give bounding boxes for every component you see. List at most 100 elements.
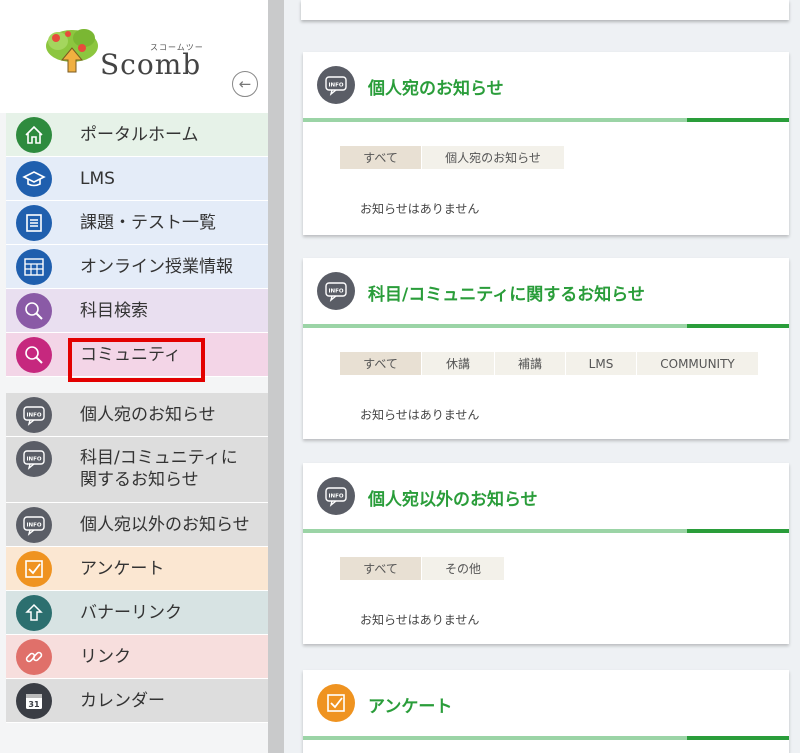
card-divider: [303, 324, 789, 328]
sidebar-item-6[interactable]: INFO 個人宛のお知らせ: [6, 393, 268, 437]
sidebar-item-label: 個人宛のお知らせ: [80, 404, 216, 426]
card-divider: [303, 118, 789, 122]
menu-gap: [6, 377, 268, 393]
sidebar-item-10[interactable]: バナーリンク: [6, 591, 268, 635]
graduation-cap-icon: [16, 161, 52, 197]
sidebar-item-label: カレンダー: [80, 690, 165, 712]
sidebar-item-label: アンケート: [80, 558, 164, 580]
svg-text:INFO: INFO: [328, 494, 343, 500]
class-grid-icon: [16, 249, 52, 285]
sidebar-item-label: LMS: [80, 168, 115, 190]
filter-tab[interactable]: 個人宛のお知らせ: [422, 146, 564, 169]
info-bubble-icon: INFO: [317, 272, 355, 310]
sidebar-item-label-line1: バナーリンク: [80, 603, 182, 623]
arrow-left-icon: ←: [238, 75, 252, 93]
sidebar-item-label-line1: カレンダー: [80, 691, 165, 711]
empty-message: お知らせはありません: [360, 408, 480, 422]
sidebar-item-4[interactable]: 科目検索: [6, 289, 268, 333]
filter-tab[interactable]: 休講: [422, 352, 494, 375]
info-bubble-icon: INFO: [317, 66, 355, 104]
sidebar-menu: ポータルホーム LMS 課題・テスト一覧 オンライン授業情報 科目検索コミュニティ INF…: [6, 113, 268, 723]
sidebar-item-label: 科目検索: [80, 300, 148, 322]
sidebar-item-label-line1: リンク: [80, 647, 131, 667]
sidebar-item-label: リンク: [80, 646, 131, 668]
sidebar-item-label: 個人宛以外のお知らせ: [80, 514, 250, 536]
tree-logo-icon: [46, 29, 98, 73]
notice-card-3: アンケート: [303, 670, 789, 753]
svg-text:INFO: INFO: [26, 413, 41, 419]
sidebar-divider: [268, 0, 284, 753]
filter-tabs: すべて 休講 補講 LMS COMMUNITY: [340, 352, 759, 375]
sidebar-item-3[interactable]: オンライン授業情報: [6, 245, 268, 289]
filter-tabs: すべて 個人宛のお知らせ: [340, 146, 565, 169]
search-icon: [16, 337, 52, 373]
card-divider: [303, 529, 789, 533]
checkbox-icon: [317, 684, 355, 722]
sidebar-item-8[interactable]: INFO 個人宛以外のお知らせ: [6, 503, 268, 547]
filter-tabs: すべて その他: [340, 557, 505, 580]
info-bubble-icon: INFO: [16, 507, 52, 543]
svg-text:INFO: INFO: [328, 83, 343, 89]
sidebar-item-9[interactable]: アンケート: [6, 547, 268, 591]
sidebar-item-7[interactable]: INFO 科目/コミュニティに 関するお知らせ: [6, 437, 268, 503]
filter-tab[interactable]: すべて: [340, 146, 421, 169]
sidebar-item-0[interactable]: ポータルホーム: [6, 113, 268, 157]
notice-card-0: INFO 個人宛のお知らせ すべて 個人宛のお知らせ お知らせはありません: [303, 52, 789, 235]
info-bubble-icon: INFO: [16, 441, 52, 477]
sidebar-item-label: オンライン授業情報: [80, 256, 233, 278]
card-header: INFO 科目/コミュニティに関するお知らせ: [303, 258, 789, 324]
filter-tab[interactable]: すべて: [340, 557, 421, 580]
card-header: INFO 個人宛以外のお知らせ: [303, 463, 789, 529]
sidebar-item-label-line2: 関するお知らせ: [80, 470, 199, 490]
info-bubble-icon: INFO: [317, 477, 355, 515]
sidebar-item-label-line1: 個人宛のお知らせ: [80, 405, 216, 425]
svg-text:INFO: INFO: [26, 523, 41, 529]
card-divider: [303, 736, 789, 740]
sidebar-item-label: ポータルホーム: [80, 124, 199, 146]
empty-message: お知らせはありません: [360, 202, 480, 216]
sidebar-item-1[interactable]: LMS: [6, 157, 268, 201]
filter-tab[interactable]: LMS: [566, 352, 636, 375]
empty-message: お知らせはありません: [360, 613, 480, 627]
sidebar-item-label-line1: ポータルホーム: [80, 125, 199, 145]
home-icon: [16, 117, 52, 153]
collapse-sidebar-button[interactable]: ←: [232, 71, 258, 97]
sidebar-item-label-line1: 科目/コミュニティに: [80, 448, 238, 468]
sidebar-item-label-line1: コミュニティ: [80, 345, 181, 365]
sidebar-item-label-line1: 個人宛以外のお知らせ: [80, 515, 250, 535]
sidebar-item-11[interactable]: リンク: [6, 635, 268, 679]
logo-text: Scomb: [100, 48, 202, 81]
search-icon: [16, 293, 52, 329]
checkbox-icon: [16, 551, 52, 587]
top-card: [301, 0, 789, 20]
sidebar-item-label: 課題・テスト一覧: [80, 212, 216, 234]
card-header: アンケート: [303, 670, 789, 736]
svg-text:INFO: INFO: [26, 457, 41, 463]
sidebar-item-12[interactable]: 31 カレンダー: [6, 679, 268, 723]
sidebar-item-2[interactable]: 課題・テスト一覧: [6, 201, 268, 245]
main-content: INFO 個人宛のお知らせ すべて 個人宛のお知らせ お知らせはありません INFO 科目/…: [284, 0, 800, 753]
filter-tab[interactable]: 補講: [495, 352, 565, 375]
filter-tab[interactable]: すべて: [340, 352, 421, 375]
arrow-up-icon: [16, 595, 52, 631]
card-title: 個人宛のお知らせ: [368, 79, 504, 99]
document-list-icon: [16, 205, 52, 241]
filter-tab[interactable]: その他: [422, 557, 504, 580]
sidebar-item-label-line1: 科目検索: [80, 301, 148, 321]
sidebar-item-label: 科目/コミュニティに 関するお知らせ: [80, 447, 238, 491]
sidebar-item-label: バナーリンク: [80, 602, 182, 624]
card-title: 科目/コミュニティに関するお知らせ: [368, 285, 645, 305]
sidebar-item-label-line1: LMS: [80, 169, 115, 189]
notice-card-1: INFO 科目/コミュニティに関するお知らせすべて 休講 補講 LMS COMMUNITY…: [303, 258, 789, 439]
info-bubble-icon: INFO: [16, 397, 52, 433]
sidebar-item-label-line1: オンライン授業情報: [80, 257, 233, 277]
filter-tab[interactable]: COMMUNITY: [637, 352, 758, 375]
sidebar: スコームツー Scomb ← ポータルホーム LMS 課題・テスト一覧 オンライン授業…: [0, 0, 268, 753]
sidebar-item-label-line1: アンケート: [80, 559, 165, 579]
sidebar-item-5[interactable]: コミュニティ: [6, 333, 268, 377]
logo-area: スコームツー Scomb ←: [0, 0, 268, 113]
card-title: 個人宛以外のお知らせ: [368, 490, 538, 510]
sidebar-item-label-line1: 課題・テスト一覧: [80, 213, 216, 233]
card-header: INFO 個人宛のお知らせ: [303, 52, 789, 118]
svg-text:INFO: INFO: [328, 289, 343, 295]
